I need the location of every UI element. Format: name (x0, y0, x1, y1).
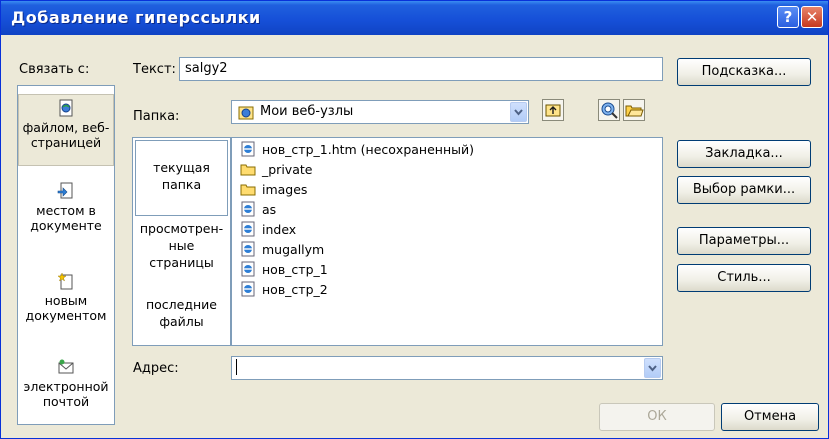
place-in-document-icon (57, 182, 73, 199)
list-item[interactable]: index (240, 220, 296, 239)
file-name: нов_стр_1 (262, 262, 328, 277)
list-item[interactable]: as (240, 200, 276, 219)
text-to-display-input[interactable]: salgy2 (179, 57, 663, 81)
link-to-place-label: местом в документе (30, 203, 102, 233)
link-to-new-document[interactable]: новым документом (18, 272, 114, 332)
chevron-down-icon (648, 365, 657, 372)
help-button[interactable]: ? (777, 6, 799, 28)
bookmark-button[interactable]: Закладка... (677, 140, 811, 168)
up-folder-icon (545, 104, 561, 117)
new-document-icon (57, 272, 73, 290)
browse-web-button[interactable] (598, 99, 620, 121)
browse-file-button[interactable] (623, 99, 645, 121)
file-name: as (262, 202, 277, 217)
screentip-button[interactable]: Подсказка... (677, 58, 811, 86)
ie-page-icon (241, 141, 255, 157)
recent-files-tab[interactable]: последние файлы (135, 296, 228, 336)
address-label: Адрес: (133, 361, 179, 376)
list-item[interactable]: mugallym (240, 240, 324, 259)
title-bar[interactable]: Добавление гиперссылки ? ✕ (1, 1, 828, 35)
ok-button[interactable]: ОК (599, 403, 715, 431)
link-to-email-label: электронной почтой (23, 379, 109, 409)
close-button[interactable]: ✕ (801, 6, 823, 28)
file-name: нов_стр_2 (262, 282, 328, 297)
open-folder-icon (625, 105, 644, 117)
current-folder-tab[interactable]: текущая папка (135, 140, 228, 216)
folder-icon (240, 184, 256, 196)
web-page-icon (59, 99, 73, 117)
ie-page-icon (241, 241, 255, 257)
link-to-web-page[interactable]: файлом, веб- страницей (18, 94, 114, 166)
file-name: index (262, 222, 297, 237)
link-to-label: Связать с: (19, 62, 90, 77)
cancel-button[interactable]: Отмена (721, 403, 819, 431)
ie-page-icon (241, 281, 255, 297)
target-frame-button[interactable]: Выбор рамки... (677, 176, 811, 204)
web-folders-icon (238, 106, 254, 120)
style-button[interactable]: Стиль... (677, 264, 811, 292)
browsed-pages-tab[interactable]: просмотрен- ные страницы (135, 220, 228, 276)
link-to-place-in-document[interactable]: местом в документе (18, 182, 114, 242)
email-icon (58, 359, 74, 374)
list-item[interactable]: _private (240, 160, 312, 179)
folder-select[interactable]: Мои веб-узлы (231, 100, 529, 124)
hyperlink-dialog: Добавление гиперссылки ? ✕ Связать с: Те… (0, 0, 829, 439)
chevron-down-icon (514, 109, 523, 116)
ie-page-icon (241, 221, 255, 237)
list-item[interactable]: нов_стр_1.htm (несохраненный) (240, 140, 474, 159)
link-to-email[interactable]: электронной почтой (18, 358, 114, 418)
text-cursor (236, 359, 237, 375)
address-dropdown-arrow[interactable] (644, 358, 661, 378)
file-name: _private (262, 162, 313, 177)
file-list: нов_стр_1.htm (несохраненный) _private i… (231, 137, 663, 346)
list-item[interactable]: нов_стр_1 (240, 260, 328, 279)
folder-icon (240, 164, 256, 176)
folder-dropdown-arrow[interactable] (510, 102, 527, 122)
ie-page-icon (241, 261, 255, 277)
file-name: mugallym (262, 242, 325, 257)
list-item[interactable]: нов_стр_2 (240, 280, 328, 299)
link-to-web-page-label: файлом, веб- страницей (22, 120, 110, 150)
parameters-button[interactable]: Параметры... (677, 227, 811, 255)
link-to-new-doc-label: новым документом (25, 293, 107, 323)
list-item[interactable]: images (240, 180, 307, 199)
text-label: Текст: (133, 62, 176, 77)
file-name: нов_стр_1.htm (несохраненный) (262, 142, 475, 157)
link-to-bar: файлом, веб- страницей местом в документ… (17, 85, 115, 425)
up-one-folder-button[interactable] (542, 99, 564, 121)
dialog-title: Добавление гиперссылки (11, 8, 261, 27)
browse-web-icon (601, 102, 618, 119)
address-combobox[interactable] (231, 356, 663, 380)
folder-value: Мои веб-узлы (260, 104, 354, 119)
browse-bar: текущая папка просмотрен- ные страницы п… (132, 137, 231, 346)
ie-page-icon (241, 201, 255, 217)
file-name: images (262, 182, 308, 197)
folder-label: Папка: (133, 109, 180, 124)
